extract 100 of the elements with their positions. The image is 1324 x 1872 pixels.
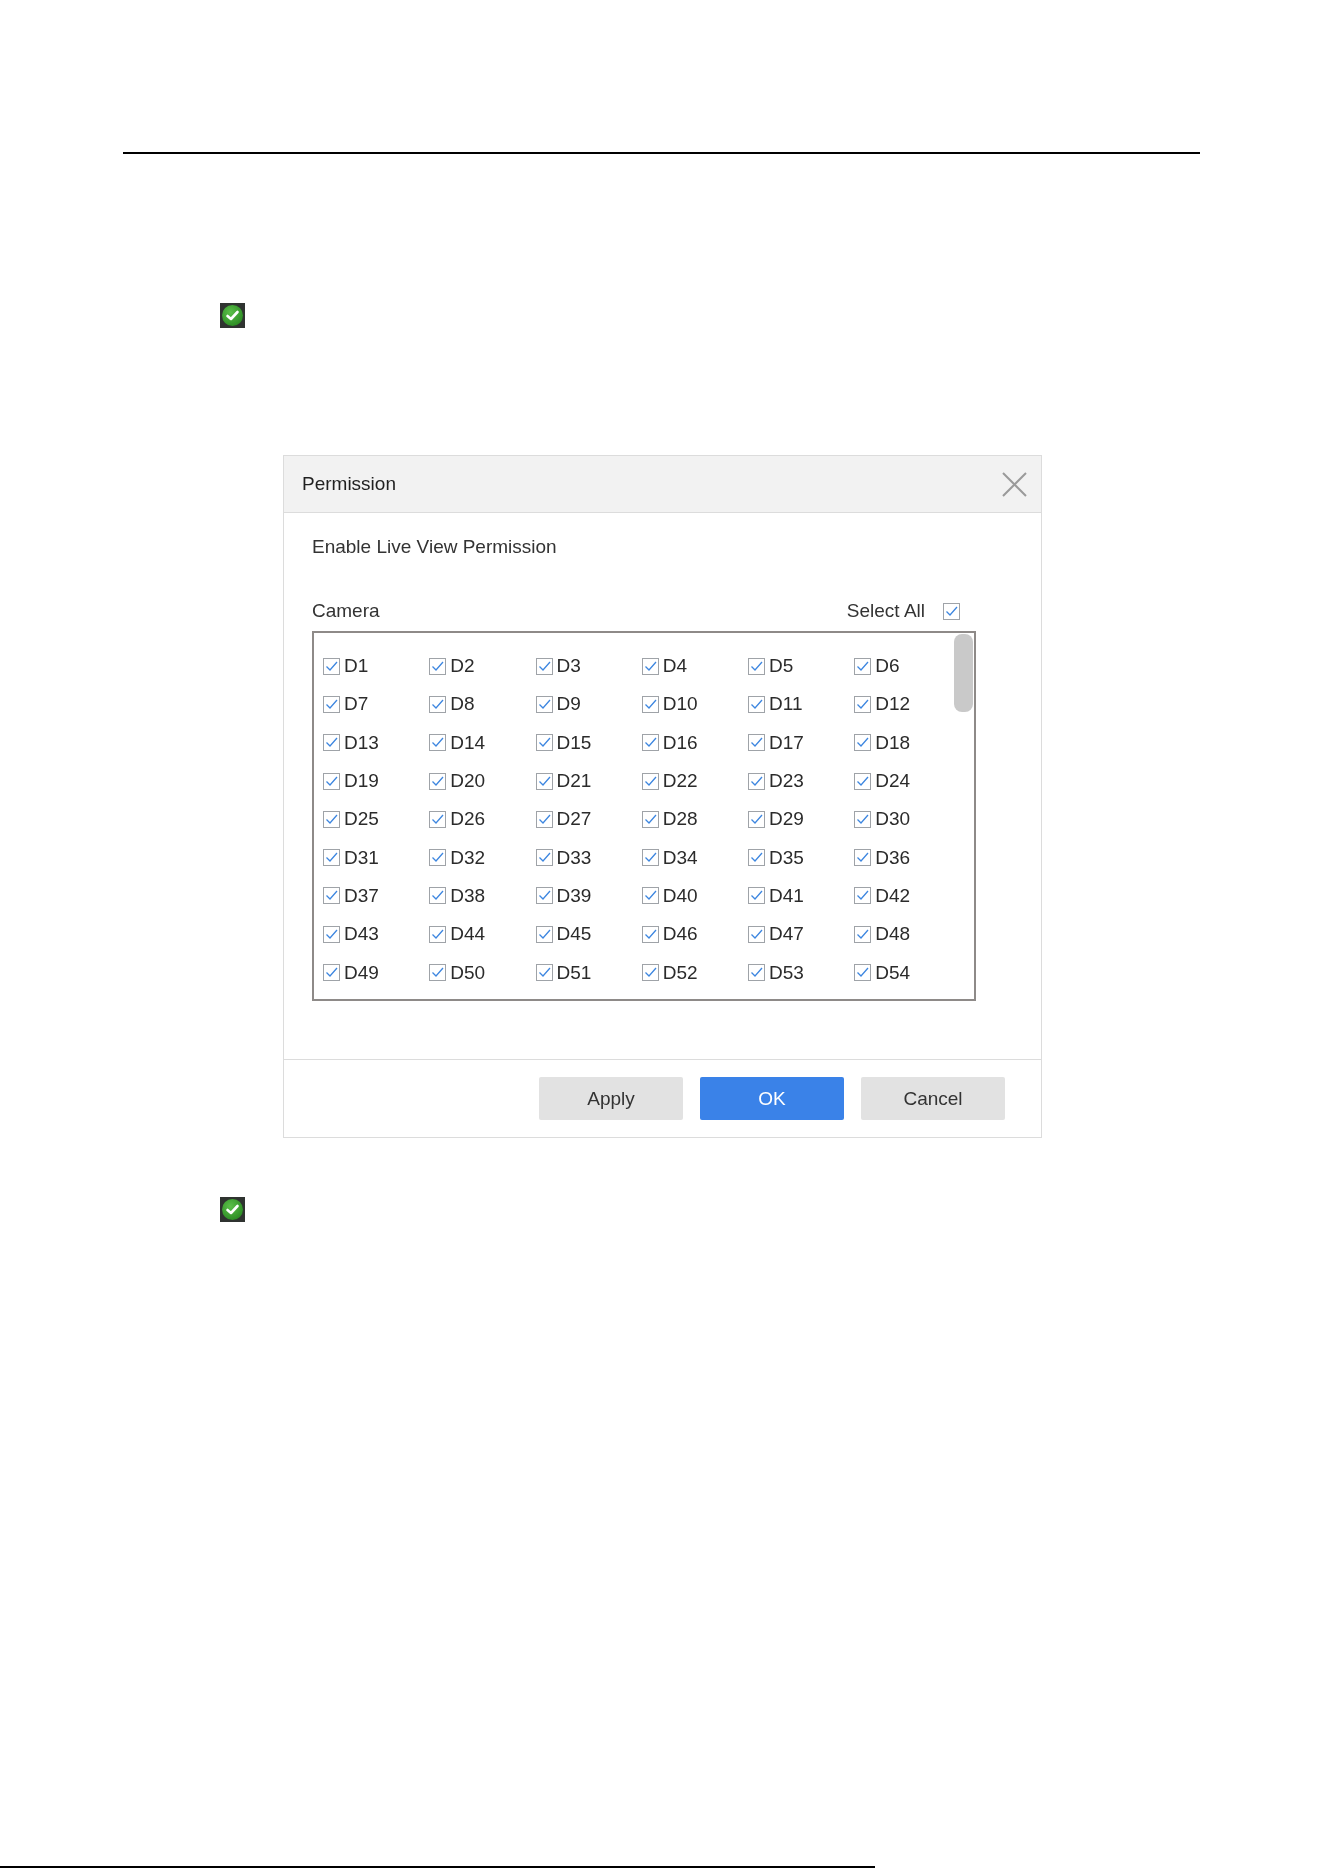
camera-checkbox[interactable] — [854, 810, 872, 828]
camera-checkbox[interactable] — [641, 810, 659, 828]
camera-label: D28 — [662, 808, 698, 831]
scrollbar-thumb[interactable] — [954, 634, 973, 712]
camera-checkbox[interactable] — [641, 964, 659, 981]
camera-checkbox[interactable] — [854, 695, 872, 713]
camera-checkbox[interactable] — [641, 849, 659, 867]
camera-checkbox[interactable] — [748, 887, 765, 905]
camera-checkbox[interactable] — [535, 887, 553, 905]
camera-checkbox[interactable] — [323, 887, 340, 905]
camera-label: D15 — [556, 731, 592, 754]
field-label: Camera — [312, 599, 380, 623]
camera-label: D2 — [450, 655, 475, 678]
camera-label: D27 — [556, 808, 592, 831]
camera-label: D23 — [769, 770, 804, 793]
camera-label: D46 — [662, 923, 698, 946]
camera-checkbox[interactable] — [748, 657, 765, 675]
camera-checkbox[interactable] — [323, 925, 340, 943]
camera-label: D29 — [769, 808, 804, 831]
camera-checkbox[interactable] — [323, 849, 340, 867]
camera-label: D39 — [556, 884, 592, 907]
camera-checkbox[interactable] — [748, 695, 765, 713]
camera-checkbox[interactable] — [535, 964, 553, 981]
camera-checkbox[interactable] — [748, 810, 765, 828]
camera-label: D51 — [556, 961, 592, 984]
check-circle-icon — [220, 303, 245, 328]
camera-label: D35 — [769, 846, 804, 869]
camera-checkbox[interactable] — [641, 925, 659, 943]
dialog-title: Permission — [302, 473, 396, 495]
camera-checkbox[interactable] — [535, 657, 553, 675]
camera-checkbox[interactable] — [429, 695, 447, 713]
camera-checkbox[interactable] — [429, 925, 447, 943]
camera-checkbox[interactable] — [429, 734, 447, 752]
camera-checkbox[interactable] — [535, 925, 553, 943]
select-all-label: Select All — [846, 599, 925, 623]
camera-checkbox[interactable] — [535, 810, 553, 828]
camera-label: D3 — [556, 655, 581, 678]
secondary-button[interactable]: Apply — [539, 1077, 683, 1120]
camera-checkbox[interactable] — [854, 964, 872, 981]
camera-checkbox[interactable] — [429, 772, 447, 790]
camera-checkbox[interactable] — [429, 849, 447, 867]
camera-checkbox[interactable] — [748, 734, 765, 752]
camera-label: D49 — [344, 961, 379, 984]
camera-label: D1 — [344, 655, 369, 678]
camera-label: D5 — [769, 655, 794, 678]
camera-label: D8 — [450, 693, 475, 716]
camera-label: D17 — [769, 731, 804, 754]
camera-checkbox[interactable] — [535, 734, 553, 752]
camera-label: D21 — [556, 770, 592, 793]
section-heading: Enable Live View Permission — [312, 535, 557, 559]
camera-checkbox[interactable] — [748, 925, 765, 943]
camera-label: D31 — [344, 846, 379, 869]
camera-label: D20 — [450, 770, 486, 793]
camera-checkbox[interactable] — [323, 734, 340, 752]
select-all-checkbox[interactable] — [943, 602, 960, 620]
camera-checkbox[interactable] — [429, 810, 447, 828]
camera-checkbox[interactable] — [429, 657, 447, 675]
camera-checkbox[interactable] — [854, 887, 872, 905]
camera-checkbox[interactable] — [535, 695, 553, 713]
camera-checkbox[interactable] — [429, 887, 447, 905]
camera-label: D11 — [769, 693, 803, 716]
camera-label: D7 — [344, 693, 369, 716]
camera-checkbox[interactable] — [641, 887, 659, 905]
secondary-button[interactable]: Cancel — [861, 1077, 1005, 1120]
camera-checkbox[interactable] — [854, 849, 872, 867]
camera-checkbox[interactable] — [323, 964, 340, 981]
camera-checkbox[interactable] — [323, 657, 340, 675]
primary-button[interactable]: OK — [700, 1077, 844, 1120]
camera-checkbox[interactable] — [854, 657, 872, 675]
camera-label: D10 — [662, 693, 698, 716]
camera-label: D33 — [556, 846, 592, 869]
camera-label: D22 — [662, 770, 698, 793]
camera-checkbox[interactable] — [323, 695, 340, 713]
camera-checkbox[interactable] — [748, 849, 765, 867]
camera-checkbox[interactable] — [854, 925, 872, 943]
camera-checkbox[interactable] — [641, 772, 659, 790]
camera-checkbox[interactable] — [641, 734, 659, 752]
camera-label: D25 — [344, 808, 379, 831]
camera-label: D36 — [875, 846, 911, 869]
camera-label: D24 — [875, 770, 911, 793]
camera-label: D40 — [662, 884, 698, 907]
camera-label: D32 — [450, 846, 486, 869]
camera-label: D47 — [769, 923, 804, 946]
camera-checkbox[interactable] — [535, 772, 553, 790]
check-circle-icon — [220, 1197, 245, 1222]
camera-label: D38 — [450, 884, 486, 907]
camera-checkbox[interactable] — [323, 772, 340, 790]
camera-checkbox[interactable] — [854, 772, 872, 790]
camera-checkbox[interactable] — [748, 964, 765, 981]
camera-label: D41 — [769, 884, 804, 907]
camera-checkbox[interactable] — [748, 772, 765, 790]
camera-checkbox[interactable] — [641, 657, 659, 675]
camera-checkbox[interactable] — [323, 810, 340, 828]
camera-label: D48 — [875, 923, 911, 946]
camera-checkbox[interactable] — [854, 734, 872, 752]
camera-checkbox[interactable] — [641, 695, 659, 713]
camera-checkbox[interactable] — [535, 849, 553, 867]
camera-checkbox[interactable] — [429, 964, 447, 981]
camera-label: D50 — [450, 961, 486, 984]
close-icon[interactable] — [1002, 471, 1027, 497]
